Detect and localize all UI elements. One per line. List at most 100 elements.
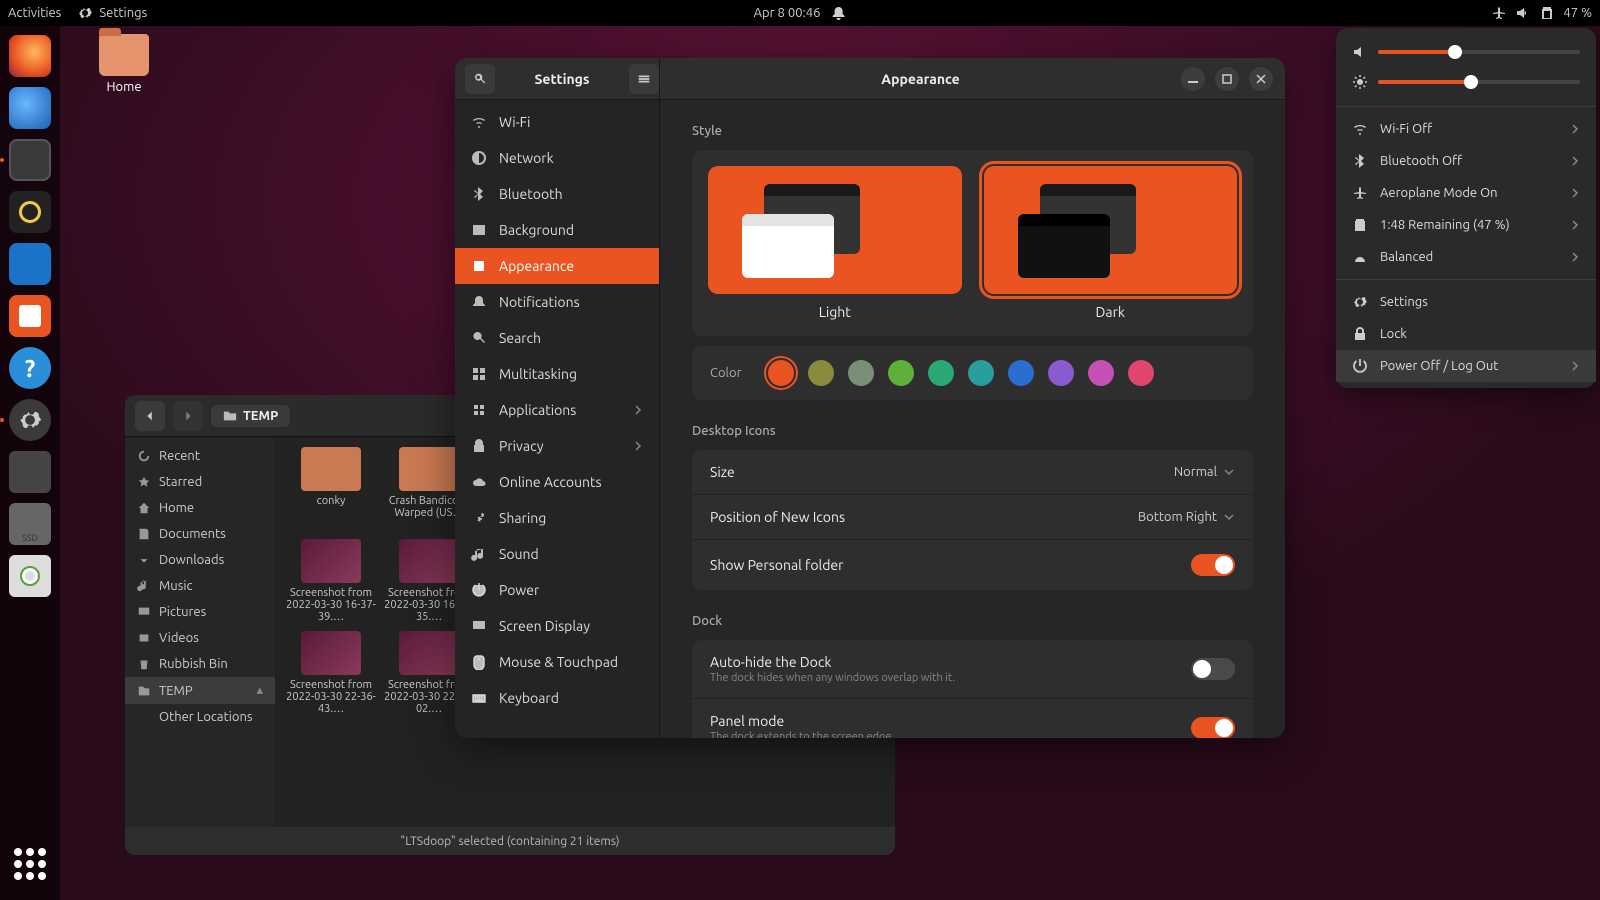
file-item[interactable]: conky xyxy=(285,447,377,531)
sysmenu-lock-label: Lock xyxy=(1380,327,1407,341)
personal-folder-toggle[interactable] xyxy=(1191,554,1235,576)
panelmode-sub: The dock extends to the screen edge. xyxy=(710,731,894,738)
sysmenu-balanced[interactable]: Balanced xyxy=(1336,241,1596,273)
kbd-icon xyxy=(471,690,487,706)
dock-rhythmbox[interactable] xyxy=(6,188,54,236)
dock-settings[interactable] xyxy=(6,396,54,444)
sysmenu-wi-fi-off[interactable]: Wi-Fi Off xyxy=(1336,113,1596,145)
dock-trash[interactable] xyxy=(6,552,54,600)
settings-nav-sharing[interactable]: Sharing xyxy=(455,500,659,536)
sysmenu--remaining-[interactable]: 1:48 Remaining (47 %) xyxy=(1336,209,1596,241)
color-swatch-5[interactable] xyxy=(968,360,994,386)
files-sidebar-videos[interactable]: Videos xyxy=(125,625,275,651)
color-swatch-8[interactable] xyxy=(1088,360,1114,386)
autohide-sub: The dock hides when any windows overlap … xyxy=(710,672,955,684)
color-swatch-9[interactable] xyxy=(1128,360,1154,386)
sysmenu-aeroplane-mode-on[interactable]: Aeroplane Mode On xyxy=(1336,177,1596,209)
style-light[interactable]: Light xyxy=(708,166,962,320)
files-sidebar-temp[interactable]: TEMP▴ xyxy=(125,677,275,704)
color-swatch-7[interactable] xyxy=(1048,360,1074,386)
desktop-home-icon[interactable]: Home xyxy=(84,34,164,94)
search-button[interactable] xyxy=(465,64,495,94)
settings-nav-network[interactable]: Network xyxy=(455,140,659,176)
brightness-slider[interactable] xyxy=(1336,70,1596,100)
desktop-home-label: Home xyxy=(84,80,164,94)
active-app-menu[interactable]: Settings xyxy=(77,5,147,21)
files-sidebar-documents[interactable]: Documents xyxy=(125,521,275,547)
files-sidebar-recent[interactable]: Recent xyxy=(125,443,275,469)
back-button[interactable] xyxy=(135,401,165,431)
settings-nav-multitasking[interactable]: Multitasking xyxy=(455,356,659,392)
share-icon xyxy=(471,510,487,526)
volume-slider[interactable] xyxy=(1336,40,1596,70)
forward-button[interactable] xyxy=(173,401,203,431)
files-sidebar-starred[interactable]: Starred xyxy=(125,469,275,495)
settings-nav-search[interactable]: Search xyxy=(455,320,659,356)
file-item[interactable]: Screenshot from 2022-03-30 16-37-39.… xyxy=(285,539,377,623)
autohide-row: Auto-hide the Dock The dock hides when a… xyxy=(692,640,1253,699)
settings-nav-mouse-touchpad[interactable]: Mouse & Touchpad xyxy=(455,644,659,680)
color-swatch-2[interactable] xyxy=(848,360,874,386)
settings-nav-privacy[interactable]: Privacy xyxy=(455,428,659,464)
settings-nav-power[interactable]: Power xyxy=(455,572,659,608)
mouse-icon xyxy=(471,654,487,670)
path-segment: TEMP xyxy=(243,409,278,423)
lock-icon xyxy=(1352,326,1368,342)
sysmenu-power[interactable]: Power Off / Log Out xyxy=(1336,350,1596,382)
minimize-button[interactable] xyxy=(1181,67,1205,91)
close-button[interactable] xyxy=(1249,67,1273,91)
maximize-button[interactable] xyxy=(1215,67,1239,91)
dock-software[interactable] xyxy=(6,292,54,340)
files-sidebar-rubbish-bin[interactable]: Rubbish Bin xyxy=(125,651,275,677)
dock-thunderbird[interactable] xyxy=(6,84,54,132)
style-dark[interactable]: Dark xyxy=(984,166,1238,320)
system-tray[interactable]: 47 % xyxy=(1491,5,1592,21)
clock-area[interactable]: Apr 8 00:46 xyxy=(754,5,847,21)
sidebar-icon xyxy=(137,579,151,593)
files-sidebar-add[interactable]: Other Locations xyxy=(125,704,275,730)
dock-writer[interactable] xyxy=(6,240,54,288)
settings-nav-sound[interactable]: Sound xyxy=(455,536,659,572)
settings-nav-notifications[interactable]: Notifications xyxy=(455,284,659,320)
files-sidebar-home[interactable]: Home xyxy=(125,495,275,521)
dock-ssd[interactable]: SSD xyxy=(6,500,54,548)
position-row[interactable]: Position of New Icons Bottom Right xyxy=(692,495,1253,540)
path-bar[interactable]: TEMP xyxy=(211,405,290,427)
dock-files[interactable] xyxy=(6,136,54,184)
dock-show-apps[interactable] xyxy=(6,840,54,888)
autohide-toggle[interactable] xyxy=(1191,658,1235,680)
autohide-label: Auto-hide the Dock xyxy=(710,654,955,670)
size-row[interactable]: Size Normal xyxy=(692,450,1253,495)
settings-nav-appearance[interactable]: Appearance xyxy=(455,248,659,284)
settings-nav-screen-display[interactable]: Screen Display xyxy=(455,608,659,644)
color-swatch-3[interactable] xyxy=(888,360,914,386)
settings-nav-applications[interactable]: Applications xyxy=(455,392,659,428)
file-item[interactable]: Screenshot from 2022-03-30 22-36-43.… xyxy=(285,631,377,715)
sidebar-icon xyxy=(137,449,151,463)
dock-firefox[interactable] xyxy=(6,32,54,80)
power-icon xyxy=(471,582,487,598)
chevron-down-icon xyxy=(1223,511,1235,523)
settings-nav-online-accounts[interactable]: Online Accounts xyxy=(455,464,659,500)
sysmenu-settings[interactable]: Settings xyxy=(1336,286,1596,318)
dock-usb[interactable] xyxy=(6,448,54,496)
settings-nav-background[interactable]: Background xyxy=(455,212,659,248)
settings-nav-wi-fi[interactable]: Wi-Fi xyxy=(455,104,659,140)
settings-nav-keyboard[interactable]: Keyboard xyxy=(455,680,659,716)
color-swatch-1[interactable] xyxy=(808,360,834,386)
settings-nav-bluetooth[interactable]: Bluetooth xyxy=(455,176,659,212)
color-swatch-0[interactable] xyxy=(768,360,794,386)
dock-help[interactable]: ? xyxy=(6,344,54,392)
sysmenu-lock[interactable]: Lock xyxy=(1336,318,1596,350)
chevron-right-icon xyxy=(1570,361,1580,371)
files-sidebar-music[interactable]: Music xyxy=(125,573,275,599)
color-swatch-6[interactable] xyxy=(1008,360,1034,386)
files-sidebar-downloads[interactable]: Downloads xyxy=(125,547,275,573)
color-swatch-4[interactable] xyxy=(928,360,954,386)
files-sidebar-pictures[interactable]: Pictures xyxy=(125,599,275,625)
activities-button[interactable]: Activities xyxy=(8,6,61,20)
panelmode-toggle[interactable] xyxy=(1191,717,1235,738)
airplane-icon xyxy=(1491,5,1507,21)
hamburger-button[interactable] xyxy=(629,64,659,94)
sysmenu-bluetooth-off[interactable]: Bluetooth Off xyxy=(1336,145,1596,177)
